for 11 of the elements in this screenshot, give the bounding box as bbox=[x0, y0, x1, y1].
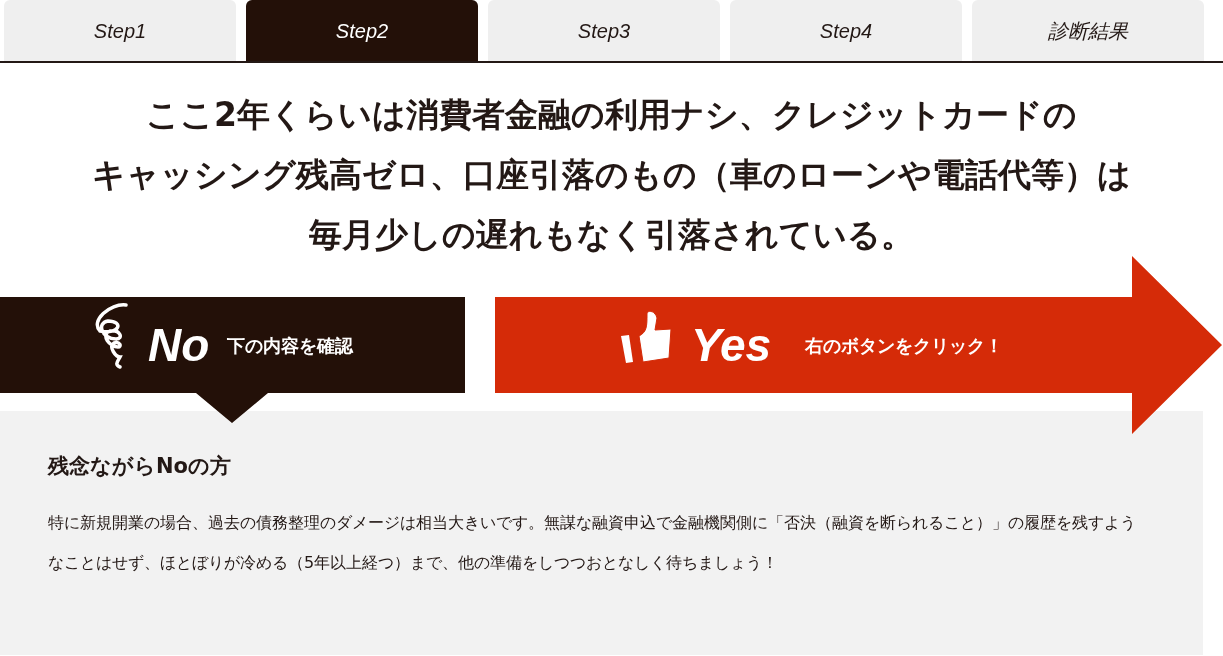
question-text: 毎月少しの遅れもなく引落されている。 bbox=[309, 214, 914, 256]
step-tab[interactable]: Step1 bbox=[4, 0, 236, 61]
result-text: 特に新規開業の場合、過去の債務整理のダメージは相当大きいです。無謀な融資申込で金融機関側に「否決（融資を断られること）」の履歴を残すようなことはせず、ほとぼりが冷める（5年以上経つ）まで、他の準備をしつつおとなしく待ちましょう！ bbox=[48, 511, 1137, 574]
no-button[interactable]: No 下の内容を確認 bbox=[0, 297, 465, 423]
question-text: キャッシング残高ゼロ、口座引落のもの（車のローンや電話代等）は bbox=[92, 154, 1131, 196]
result-heading: 残念ながらNoの方 bbox=[48, 453, 232, 480]
thumbs-up-icon bbox=[619, 308, 673, 364]
step-tab[interactable]: Step4 bbox=[730, 0, 962, 61]
step-tab[interactable]: Step2 bbox=[246, 0, 478, 61]
step-tab[interactable]: Step3 bbox=[488, 0, 720, 61]
step-tab[interactable]: 診断結果 bbox=[972, 0, 1204, 61]
